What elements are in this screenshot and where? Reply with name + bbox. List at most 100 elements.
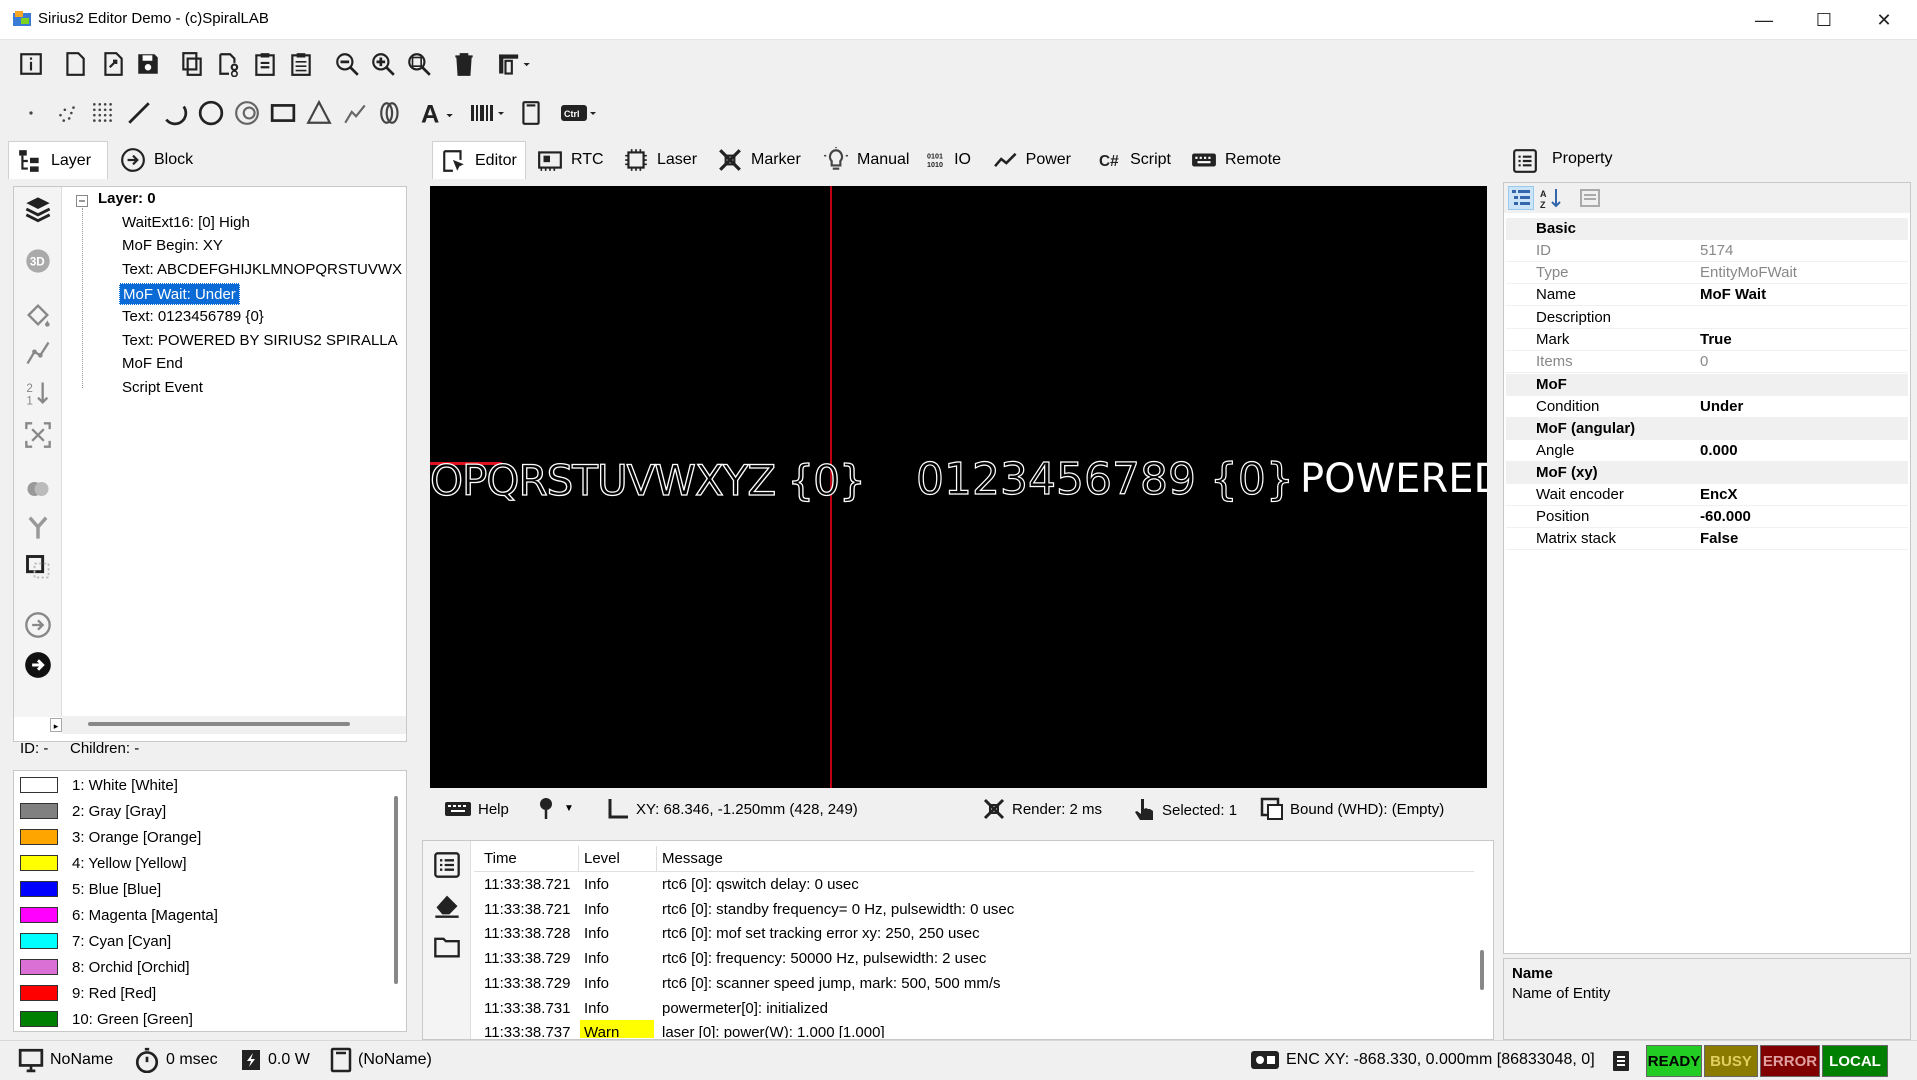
log-header-message[interactable]: Message <box>662 850 723 867</box>
path-icon[interactable] <box>24 339 52 367</box>
text-dropdown-icon[interactable]: A <box>416 96 462 130</box>
tab-io[interactable]: 0101 1010 IO <box>919 141 979 179</box>
property-row[interactable]: Condition Under <box>1506 396 1908 418</box>
info-icon[interactable] <box>14 47 48 81</box>
fill-bucket-icon[interactable] <box>24 301 52 329</box>
categorized-button[interactable] <box>1508 186 1534 210</box>
eraser-icon[interactable] <box>433 891 461 919</box>
color-item[interactable]: 3: Orange [Orange] <box>20 824 201 850</box>
tab-remote[interactable]: Remote <box>1183 141 1291 179</box>
tree-hscrollbar[interactable] <box>62 716 406 734</box>
property-row[interactable]: Type EntityMoFWait <box>1506 262 1908 285</box>
property-pages-icon[interactable] <box>1578 187 1602 209</box>
canvas-text-powered[interactable]: POWERED <box>1300 456 1487 502</box>
tab-script[interactable]: C# Script <box>1091 141 1179 179</box>
log-row[interactable]: 11:33:38.728 Info rtc6 [0]: mof set tracki… <box>474 921 1474 946</box>
color-item[interactable]: 8: Orchid [Orchid] <box>20 954 190 980</box>
list-icon[interactable] <box>433 851 461 879</box>
tree-item-text-digits[interactable]: Text: 0123456789 {0} <box>122 306 407 328</box>
tab-laser[interactable]: Laser <box>615 141 707 179</box>
property-value[interactable]: EncX <box>1700 484 1738 506</box>
open-document-icon[interactable] <box>96 47 130 81</box>
align-dropdown-icon[interactable] <box>492 47 538 81</box>
color-item[interactable]: 4: Yellow [Yellow] <box>20 850 187 876</box>
log-file-icon[interactable] <box>1610 1049 1632 1073</box>
property-row[interactable]: Position -60.000 <box>1506 506 1908 529</box>
cut-icon[interactable] <box>212 47 246 81</box>
card-icon[interactable] <box>514 96 548 130</box>
canvas-text-alphabet[interactable]: OPQRSTUVWXYZ {0} <box>430 455 866 505</box>
color-item[interactable]: 9: Red [Red] <box>20 980 156 1006</box>
3d-icon[interactable]: 3D <box>24 247 52 275</box>
clipboard-icon[interactable] <box>284 47 318 81</box>
close-button[interactable]: ✕ <box>1855 0 1913 40</box>
points-icon[interactable] <box>50 96 84 130</box>
tab-block[interactable]: Block <box>112 141 212 179</box>
property-value[interactable]: False <box>1700 528 1738 550</box>
property-row[interactable]: ID 5174 <box>1506 240 1908 262</box>
tree-hscroll-thumb[interactable] <box>88 722 350 726</box>
property-value[interactable]: MoF Wait <box>1700 284 1766 306</box>
delete-icon[interactable] <box>447 47 481 81</box>
color-item[interactable]: 7: Cyan [Cyan] <box>20 928 171 954</box>
log-row[interactable]: 11:33:38.729 Info rtc6 [0]: scanner speed … <box>474 971 1474 996</box>
canvas-text-digits[interactable]: 0123456789 {0} <box>915 453 1294 505</box>
triangle-icon[interactable] <box>302 96 336 130</box>
log-row[interactable]: 11:33:38.731 Info powermeter[0]: initializ… <box>474 996 1474 1021</box>
run-icon[interactable] <box>24 651 52 679</box>
copy-icon[interactable] <box>175 47 209 81</box>
property-row[interactable]: Description <box>1506 307 1908 329</box>
zoom-in-icon[interactable] <box>366 47 400 81</box>
category-basic[interactable]: Basic <box>1506 218 1908 240</box>
rectangle-icon[interactable] <box>266 96 300 130</box>
split-icon[interactable] <box>24 513 52 541</box>
tab-power[interactable]: Power <box>985 141 1079 179</box>
help-button[interactable]: Help <box>444 797 509 821</box>
sort-alphabetical-icon[interactable]: AZ <box>1540 187 1564 209</box>
color-item[interactable]: 10: Green [Green] <box>20 1006 193 1032</box>
paste-icon[interactable] <box>248 47 282 81</box>
property-row[interactable]: Name MoF Wait <box>1506 284 1908 307</box>
tab-editor[interactable]: Editor <box>432 141 526 179</box>
color-item[interactable]: 6: Magenta [Magenta] <box>20 902 218 928</box>
layers-icon[interactable] <box>24 195 52 223</box>
trepan-icon[interactable] <box>374 96 408 130</box>
log-row[interactable]: 11:33:38.721 Info rtc6 [0]: qswitch delay:… <box>474 872 1474 897</box>
tab-rtc[interactable]: RTC <box>529 141 613 179</box>
arc-icon[interactable] <box>158 96 192 130</box>
property-value[interactable]: -60.000 <box>1700 506 1751 528</box>
property-value[interactable]: True <box>1700 329 1732 351</box>
color-item[interactable]: 5: Blue [Blue] <box>20 876 161 902</box>
tab-layer[interactable]: Layer <box>8 141 108 179</box>
fit-selection-icon[interactable] <box>24 421 52 449</box>
tree-item-text-powered[interactable]: Text: POWERED BY SIRIUS2 SPIRALLA <box>122 330 407 352</box>
property-value[interactable]: 0.000 <box>1700 440 1738 462</box>
log-row[interactable]: 11:33:38.729 Info rtc6 [0]: frequency: 500… <box>474 946 1474 971</box>
raster-icon[interactable] <box>86 96 120 130</box>
tree-root[interactable]: Layer: 0 <box>98 190 156 207</box>
property-value[interactable]: 0 <box>1700 351 1708 373</box>
color-item[interactable]: 1: White [White] <box>20 772 178 798</box>
property-value[interactable]: EntityMoFWait <box>1700 262 1797 284</box>
editor-canvas[interactable]: OPQRSTUVWXYZ {0} 0123456789 {0} POWERED <box>430 186 1487 788</box>
zoom-fit-icon[interactable] <box>402 47 436 81</box>
tree-item-mof-begin[interactable]: MoF Begin: XY <box>122 235 407 257</box>
tree-item-text-alphabet[interactable]: Text: ABCDEFGHIJKLMNOPQRSTUVWX <box>122 259 407 281</box>
tree-item-waitext16[interactable]: WaitExt16: [0] High <box>122 212 407 234</box>
ctrl-dropdown-icon[interactable]: Ctrl <box>556 96 602 130</box>
category-mof-angular[interactable]: MoF (angular) <box>1506 418 1908 440</box>
pin-dropdown[interactable]: ▼ <box>536 796 574 820</box>
log-header-level[interactable]: Level <box>584 850 620 867</box>
tab-manual[interactable]: Manual <box>815 141 919 179</box>
log-header-time[interactable]: Time <box>484 850 517 867</box>
property-row[interactable]: Wait encoder EncX <box>1506 484 1908 506</box>
folder-icon[interactable] <box>433 933 461 961</box>
color-list-scrollbar[interactable] <box>394 796 398 984</box>
sort-numeric-icon[interactable]: 21 <box>24 379 52 407</box>
tree-item-mof-end[interactable]: MoF End <box>122 353 407 375</box>
color-item[interactable]: 2: Gray [Gray] <box>20 798 166 824</box>
log-row[interactable]: 11:33:38.737 Warn laser [0]: power(W): 1.0… <box>474 1020 1474 1038</box>
minimize-button[interactable]: — <box>1735 0 1793 40</box>
collapse-icon[interactable] <box>76 195 88 207</box>
zoom-out-icon[interactable] <box>330 47 364 81</box>
